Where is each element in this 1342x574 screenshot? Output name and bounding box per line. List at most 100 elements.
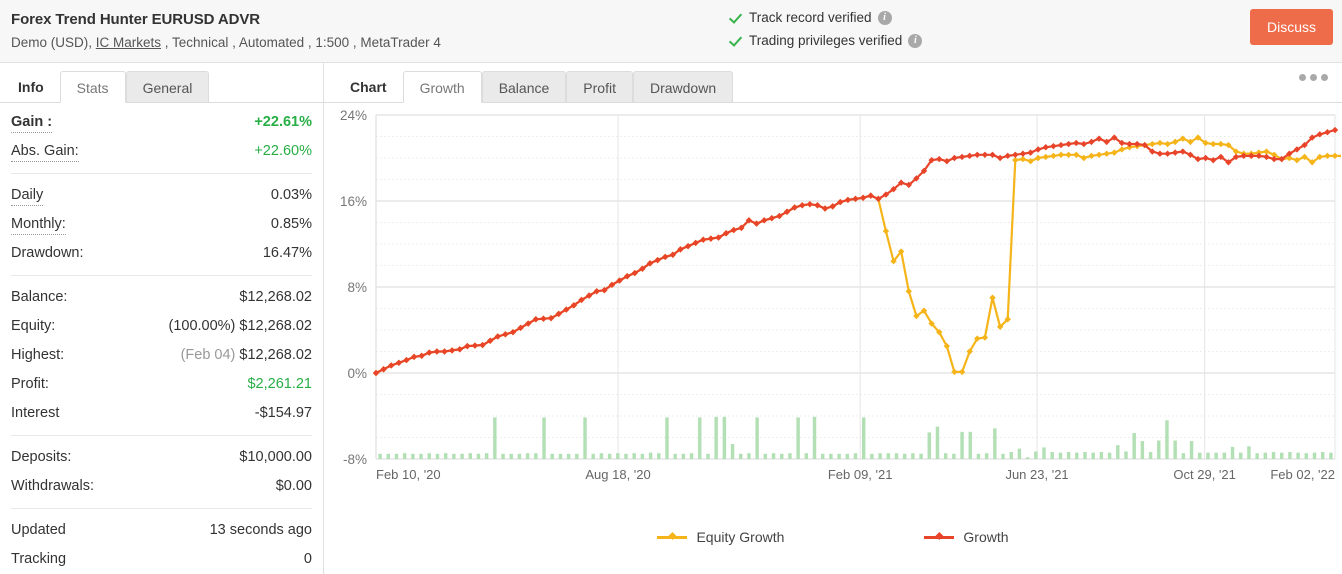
data-point-marker — [1149, 140, 1156, 148]
verify-trading-privileges: Trading privileges verified i — [728, 31, 923, 51]
stat-row-profit: Profit: $2,261.21 — [11, 370, 312, 399]
volume-bar — [1173, 440, 1177, 459]
stat-value-interest: -$154.97 — [254, 405, 312, 421]
x-axis-tick-label: Feb 10, '20 — [376, 467, 441, 482]
volume-bar — [1239, 452, 1243, 459]
volume-bar — [550, 453, 554, 459]
broker-link[interactable]: IC Markets — [96, 35, 161, 50]
data-point-marker — [730, 226, 737, 234]
y-axis-tick-label: 0% — [347, 366, 367, 381]
data-point-marker — [989, 294, 996, 301]
legend-label: Growth — [963, 529, 1009, 545]
volume-bar — [1304, 453, 1309, 459]
chart-tabs: Chart Growth Balance Profit Drawdown — [324, 63, 1342, 103]
data-point-marker — [958, 153, 966, 161]
volume-bar — [640, 453, 645, 459]
stat-label-absgain[interactable]: Abs. Gain: — [11, 142, 79, 162]
data-point-marker — [1027, 149, 1034, 156]
stat-label-interest: Interest — [11, 405, 60, 421]
data-point-marker — [1210, 156, 1217, 164]
volume-bar — [747, 453, 751, 459]
volume-bar — [689, 453, 694, 459]
data-point-marker — [464, 342, 471, 350]
stat-label-highest: Highest: — [11, 347, 65, 363]
check-icon — [728, 11, 743, 26]
stat-label-updated: Updated — [11, 522, 66, 538]
chart-tab-profit[interactable]: Profit — [566, 71, 633, 103]
volume-bar — [698, 417, 702, 459]
legend-label: Equity Growth — [696, 529, 785, 545]
volume-bar — [993, 428, 997, 459]
volume-bar — [558, 453, 563, 459]
volume-bar — [1329, 452, 1333, 459]
chart-tab-growth[interactable]: Growth — [402, 71, 482, 103]
volume-bar — [1034, 451, 1038, 459]
data-point-marker — [1073, 139, 1080, 147]
info-icon[interactable]: i — [908, 34, 923, 48]
data-point-marker — [958, 368, 966, 376]
chart-tab-chart[interactable]: Chart — [334, 71, 403, 103]
volume-bar — [566, 453, 571, 459]
stat-row-gain: Gain : +22.61% — [11, 108, 312, 137]
volume-bar — [1181, 453, 1186, 459]
data-point-marker — [760, 217, 768, 224]
volume-bar — [1296, 452, 1300, 459]
more-options-icon[interactable] — [1299, 74, 1328, 81]
volume-bar — [1132, 433, 1136, 459]
volume-bar — [1025, 457, 1030, 459]
data-point-marker — [951, 368, 958, 376]
verify-trading-privileges-label: Trading privileges verified — [749, 33, 903, 48]
stat-label-daily[interactable]: Daily — [11, 186, 44, 206]
data-point-marker — [692, 239, 699, 247]
volume-bar — [935, 426, 940, 459]
stat-value-prefix-equity: (100.00%) — [168, 318, 240, 334]
volume-bar — [845, 453, 850, 459]
stat-label-gain[interactable]: Gain : — [11, 113, 53, 133]
chart-canvas: 24% 16% 8% 0% -8% Feb 10, '20 Aug 18, '20 Feb 0… — [340, 108, 1341, 482]
stat-value-drawdown: 16.47% — [262, 245, 312, 261]
volume-bar — [452, 453, 456, 459]
data-point-marker — [1118, 146, 1126, 153]
volume-bar — [1083, 452, 1087, 459]
data-point-marker — [1034, 146, 1042, 153]
stat-label-monthly[interactable]: Monthly: — [11, 215, 66, 235]
volume-bar — [894, 453, 899, 459]
verify-track-record-label: Track record verified — [749, 10, 872, 25]
volume-bar — [1001, 453, 1005, 459]
data-point-marker — [1179, 148, 1186, 155]
info-icon[interactable]: i — [877, 11, 892, 25]
sidebar-tab-general[interactable]: General — [125, 71, 210, 103]
account-page: Forex Trend Hunter EURUSD ADVR Demo (USD… — [0, 0, 1342, 574]
volume-bar — [542, 417, 546, 459]
page-header: Forex Trend Hunter EURUSD ADVR Demo (USD… — [0, 0, 1342, 63]
legend-item-growth[interactable]: Growth — [924, 529, 1009, 545]
volume-bar — [853, 453, 858, 459]
volume-bar — [771, 453, 776, 459]
volume-bar — [902, 453, 907, 459]
discuss-button[interactable]: Discuss — [1250, 9, 1333, 45]
y-axis-tick-label: 8% — [347, 280, 367, 295]
chart-tab-balance[interactable]: Balance — [481, 71, 567, 103]
chart-tab-drawdown[interactable]: Drawdown — [632, 71, 734, 103]
data-point-marker — [905, 288, 912, 295]
volume-bar — [1116, 445, 1120, 459]
y-axis-tick-label: 16% — [340, 194, 367, 209]
volume-bar — [1288, 452, 1292, 459]
stat-row-daily: Daily 0.03% — [11, 181, 312, 210]
verification-badges: Track record verified i Trading privileg… — [728, 8, 923, 51]
y-axis-tick-label: -8% — [343, 452, 367, 467]
volume-bar — [829, 453, 833, 459]
data-point-marker — [1202, 154, 1209, 162]
stat-row-equity: Equity: (100.00%) $12,268.02 — [11, 312, 312, 341]
sidebar-tab-stats[interactable]: Stats — [59, 71, 126, 103]
volume-bar — [722, 416, 727, 459]
stats-group: Deposits: $10,000.00 Withdrawals: $0.00 — [0, 443, 323, 501]
volume-bar — [378, 453, 382, 459]
stat-row-deposits: Deposits: $10,000.00 — [11, 443, 312, 472]
stat-value-updated: 13 seconds ago — [209, 522, 312, 538]
volume-bar — [583, 417, 587, 459]
sidebar-tab-info[interactable]: Info — [2, 71, 60, 103]
stat-value-main-highest: $12,268.02 — [239, 347, 312, 363]
legend-item-equity-growth[interactable]: Equity Growth — [657, 529, 784, 545]
volume-bar — [706, 453, 710, 459]
